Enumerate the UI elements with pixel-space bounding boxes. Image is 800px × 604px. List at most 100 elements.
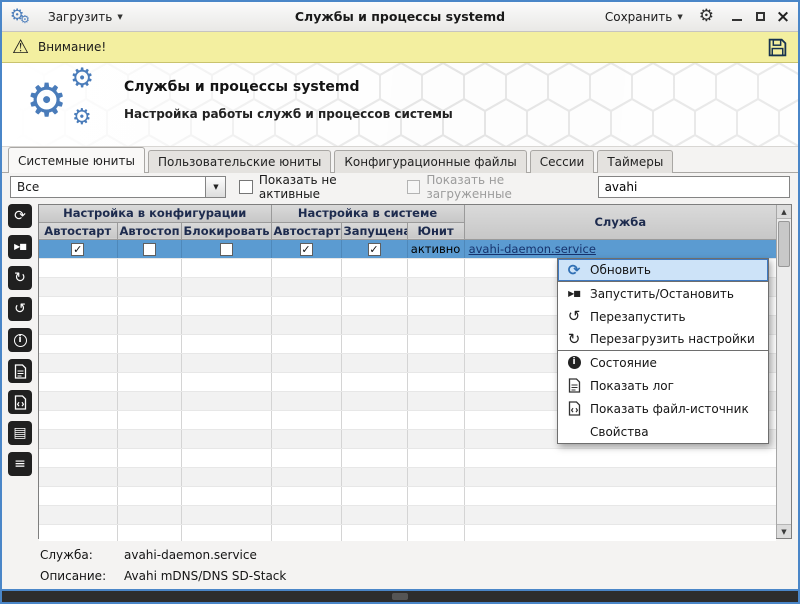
tab-bar: Системные юниты Пользовательские юниты К… [2, 147, 798, 173]
start-stop-icon: ▶■ [565, 290, 583, 298]
cell-service: avahi-daemon.service [464, 239, 776, 258]
titlebar: ⚙ ⚙ Загрузить ▼ Службы и процессы system… [2, 2, 798, 32]
status-service-row: Служба: avahi-daemon.service [40, 548, 798, 562]
refresh-icon: ⟳ [565, 263, 583, 278]
list-units-button[interactable]: ≡ [8, 452, 32, 476]
checkbox-checked[interactable]: ✓ [71, 243, 84, 256]
show-inactive-checkbox-group: Показать не активные [239, 173, 394, 201]
menu-item-label: Свойства [590, 425, 649, 439]
table-row[interactable] [39, 448, 776, 467]
reload-config-icon: ↺ [14, 302, 26, 316]
tab-user-units[interactable]: Пользовательские юниты [148, 150, 331, 173]
description-value: Avahi mDNS/DNS SD-Stack [124, 569, 286, 583]
tab-config-files[interactable]: Конфигурационные файлы [334, 150, 526, 173]
save-menu-button[interactable]: Сохранить ▼ [599, 7, 689, 27]
maximize-icon [756, 12, 765, 21]
filter-dropdown-value: Все [11, 177, 205, 197]
menu-item-refresh[interactable]: ⟳ Обновить [558, 259, 768, 282]
menu-item-start-stop[interactable]: ▶■ Запустить/Остановить [558, 282, 768, 305]
menu-item-show-source[interactable]: Показать файл-источник [558, 397, 768, 420]
column-header-running: Запущена [341, 222, 407, 239]
maximize-button[interactable] [753, 10, 767, 24]
scroll-up-icon: ▲ [781, 208, 786, 216]
save-changes-button[interactable] [767, 37, 788, 58]
menu-item-label: Запустить/Остановить [590, 287, 734, 301]
cell-running: ✓ [341, 239, 407, 258]
table-row[interactable] [39, 505, 776, 524]
titlebar-right: Сохранить ▼ ⚙ × [505, 7, 790, 27]
warning-bar: ⚠ Внимание! [2, 32, 798, 63]
side-toolbar: ⟳ ▶■ ↻ ↺ i ▤ ≡ [8, 204, 32, 539]
table-row[interactable] [39, 467, 776, 486]
vertical-scrollbar[interactable]: ▲ ▼ [776, 205, 791, 538]
tab-timers[interactable]: Таймеры [597, 150, 673, 173]
source-file-icon [14, 395, 27, 410]
column-header-service: Служба [464, 205, 776, 239]
group-header-system: Настройка в системе [271, 205, 464, 222]
refresh-icon: ⟳ [14, 209, 26, 223]
menu-item-label: Состояние [590, 356, 657, 370]
column-header-block: Блокировать [181, 222, 271, 239]
settings-gear-button[interactable]: ⚙ [699, 8, 714, 25]
taskbar-item[interactable] [392, 593, 408, 600]
menu-item-show-log[interactable]: Показать лог [558, 374, 768, 397]
table-row[interactable] [39, 486, 776, 505]
page-subtitle: Настройка работы служб и процессов систе… [124, 107, 453, 121]
filter-bar: Все ▼ Показать не активные Показать не з… [2, 173, 798, 201]
scroll-up-button[interactable]: ▲ [777, 205, 791, 219]
checkbox-checked[interactable]: ✓ [300, 243, 313, 256]
refresh-button[interactable]: ⟳ [8, 204, 32, 228]
reload-config-button[interactable]: ↺ [8, 297, 32, 321]
menu-item-reload-config[interactable]: ↻ Перезагрузить настройки [558, 328, 768, 351]
status-panel: Служба: avahi-daemon.service Описание: A… [2, 541, 798, 589]
load-menu-button[interactable]: Загрузить ▼ [42, 7, 129, 27]
tab-system-units[interactable]: Системные юниты [8, 147, 145, 173]
menu-item-label: Показать файл-источник [590, 402, 749, 416]
menu-item-properties[interactable]: Свойства [558, 420, 768, 443]
restart-button[interactable]: ↻ [8, 266, 32, 290]
checkbox-checked[interactable]: ✓ [368, 243, 381, 256]
checkbox-unchecked[interactable] [143, 243, 156, 256]
tab-sessions[interactable]: Сессии [530, 150, 595, 173]
close-button[interactable]: × [776, 10, 790, 24]
service-name-link[interactable]: avahi-daemon.service [469, 242, 596, 256]
menu-item-status[interactable]: i Состояние [558, 351, 768, 374]
unit-state-text: активно [411, 242, 461, 256]
show-source-button[interactable] [8, 390, 32, 414]
minimize-button[interactable] [730, 10, 744, 24]
status-button[interactable]: i [8, 328, 32, 352]
cell-block [181, 239, 271, 258]
header-banner: ⚙ ⚙ ⚙ Службы и процессы systemd Настройк… [2, 63, 798, 147]
log-icon [14, 364, 27, 379]
column-header-autostart-config: Автостарт [39, 222, 117, 239]
search-input[interactable] [598, 176, 790, 198]
panel-icon: ▤ [13, 426, 26, 440]
table-row-selected[interactable]: ✓ ✓ ✓ активно avahi-daemon.service [39, 239, 776, 258]
scrollbar-thumb[interactable] [778, 221, 790, 267]
service-label: Служба: [40, 548, 124, 562]
chevron-down-icon: ▼ [677, 13, 682, 21]
restart-icon: ↻ [14, 271, 26, 285]
show-log-button[interactable] [8, 359, 32, 383]
show-unloaded-checkbox-group: Показать не загруженные [407, 173, 585, 201]
menu-item-label: Показать лог [590, 379, 674, 393]
source-file-icon [565, 401, 583, 416]
filter-dropdown[interactable]: Все ▼ [10, 176, 226, 198]
chevron-down-icon: ▼ [117, 13, 122, 21]
window-controls: × [730, 10, 790, 24]
menu-item-label: Перезапустить [590, 310, 686, 324]
checkbox-unchecked[interactable] [220, 243, 233, 256]
menu-item-restart[interactable]: ↺ Перезапустить [558, 305, 768, 328]
titlebar-left: ⚙ ⚙ Загрузить ▼ [10, 6, 295, 28]
chevron-down-icon[interactable]: ▼ [205, 177, 225, 197]
show-inactive-checkbox[interactable] [239, 180, 252, 194]
status-info-icon: i [565, 356, 583, 369]
scroll-down-button[interactable]: ▼ [777, 524, 791, 538]
properties-button[interactable]: ▤ [8, 421, 32, 445]
cell-autostart-config: ✓ [39, 239, 117, 258]
units-table-header: Настройка в конфигурации Настройка в сис… [39, 205, 776, 239]
context-menu: ⟳ Обновить ▶■ Запустить/Остановить ↺ Пер… [557, 258, 769, 444]
start-stop-button[interactable]: ▶■ [8, 235, 32, 259]
app-logo-gears: ⚙ ⚙ ⚙ [26, 67, 112, 143]
reload-config-icon: ↻ [565, 332, 583, 347]
